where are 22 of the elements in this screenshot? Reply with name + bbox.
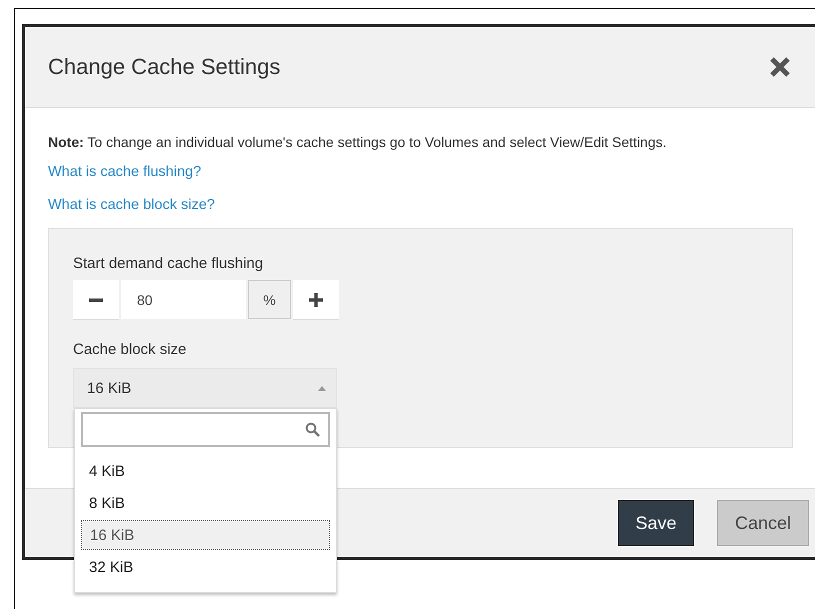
percent-input[interactable]: 80 xyxy=(121,280,246,319)
help-link[interactable]: What is cache block size? xyxy=(48,197,215,213)
dropdown-option[interactable]: 16 KiB xyxy=(81,520,330,550)
save-button[interactable]: Save xyxy=(618,500,694,546)
search-icon xyxy=(305,422,320,437)
search-field[interactable] xyxy=(81,412,330,447)
plus-icon xyxy=(309,292,323,306)
field-label: Cache block size xyxy=(73,341,186,358)
field-label: Start demand cache flushing xyxy=(73,255,264,272)
plus-button[interactable] xyxy=(293,280,339,319)
dropdown-option[interactable]: 4 KiB xyxy=(81,456,330,486)
caret-icon xyxy=(318,386,326,390)
unit-label: % xyxy=(248,280,291,319)
help-link[interactable]: What is cache flushing? xyxy=(48,164,202,180)
dropdown-option[interactable]: 8 KiB xyxy=(81,488,330,518)
dropdown-option[interactable]: 32 KiB xyxy=(81,552,330,582)
block-size-dropdown[interactable]: 16 KiB xyxy=(73,368,337,408)
note-text: Note: To change an individual volume's cache settings go to Volumes and select View/Edit Settings. xyxy=(48,134,667,150)
minus-button[interactable] xyxy=(73,280,119,319)
close-icon[interactable] xyxy=(768,55,792,79)
dialog-title: Change Cache Settings xyxy=(48,54,280,80)
cancel-button[interactable]: Cancel xyxy=(717,500,809,546)
